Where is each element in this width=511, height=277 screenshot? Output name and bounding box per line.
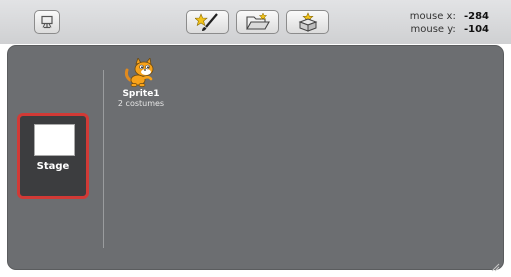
stage-tile[interactable]: Stage	[17, 113, 89, 199]
mouse-x-value: -284	[463, 11, 489, 22]
mouse-y-label: mouse y:	[410, 24, 456, 35]
sprite-costume-count: 2 costumes	[117, 99, 165, 108]
mouse-coordinates-readout: mouse x: -284 mouse y: -104	[410, 10, 489, 36]
sprite-corral-toolbar: mouse x: -284 mouse y: -104	[0, 0, 511, 44]
get-surprise-sprite-icon	[295, 12, 321, 32]
choose-sprite-from-file-icon	[245, 12, 271, 32]
corral-divider	[103, 70, 104, 248]
sprite-corral-panel: Stage Sprite1 2 costumes	[7, 45, 504, 272]
resize-handle-icon[interactable]	[491, 257, 500, 272]
mouse-y-value: -104	[463, 24, 489, 35]
stage-label: Stage	[36, 161, 70, 172]
paint-new-sprite-button[interactable]	[186, 10, 229, 34]
presentation-mode-icon	[40, 15, 54, 29]
paint-new-sprite-icon	[194, 12, 221, 32]
stage-thumbnail	[34, 124, 75, 156]
sprite-thumbnail-sprite1[interactable]: Sprite1 2 costumes	[106, 58, 176, 128]
scratch-cat-icon	[106, 58, 176, 88]
get-surprise-sprite-button[interactable]	[286, 10, 329, 34]
choose-sprite-from-file-button[interactable]	[236, 10, 279, 34]
presentation-mode-button[interactable]	[34, 10, 60, 34]
mouse-x-label: mouse x:	[409, 11, 456, 22]
sprite-name: Sprite1	[122, 89, 160, 99]
